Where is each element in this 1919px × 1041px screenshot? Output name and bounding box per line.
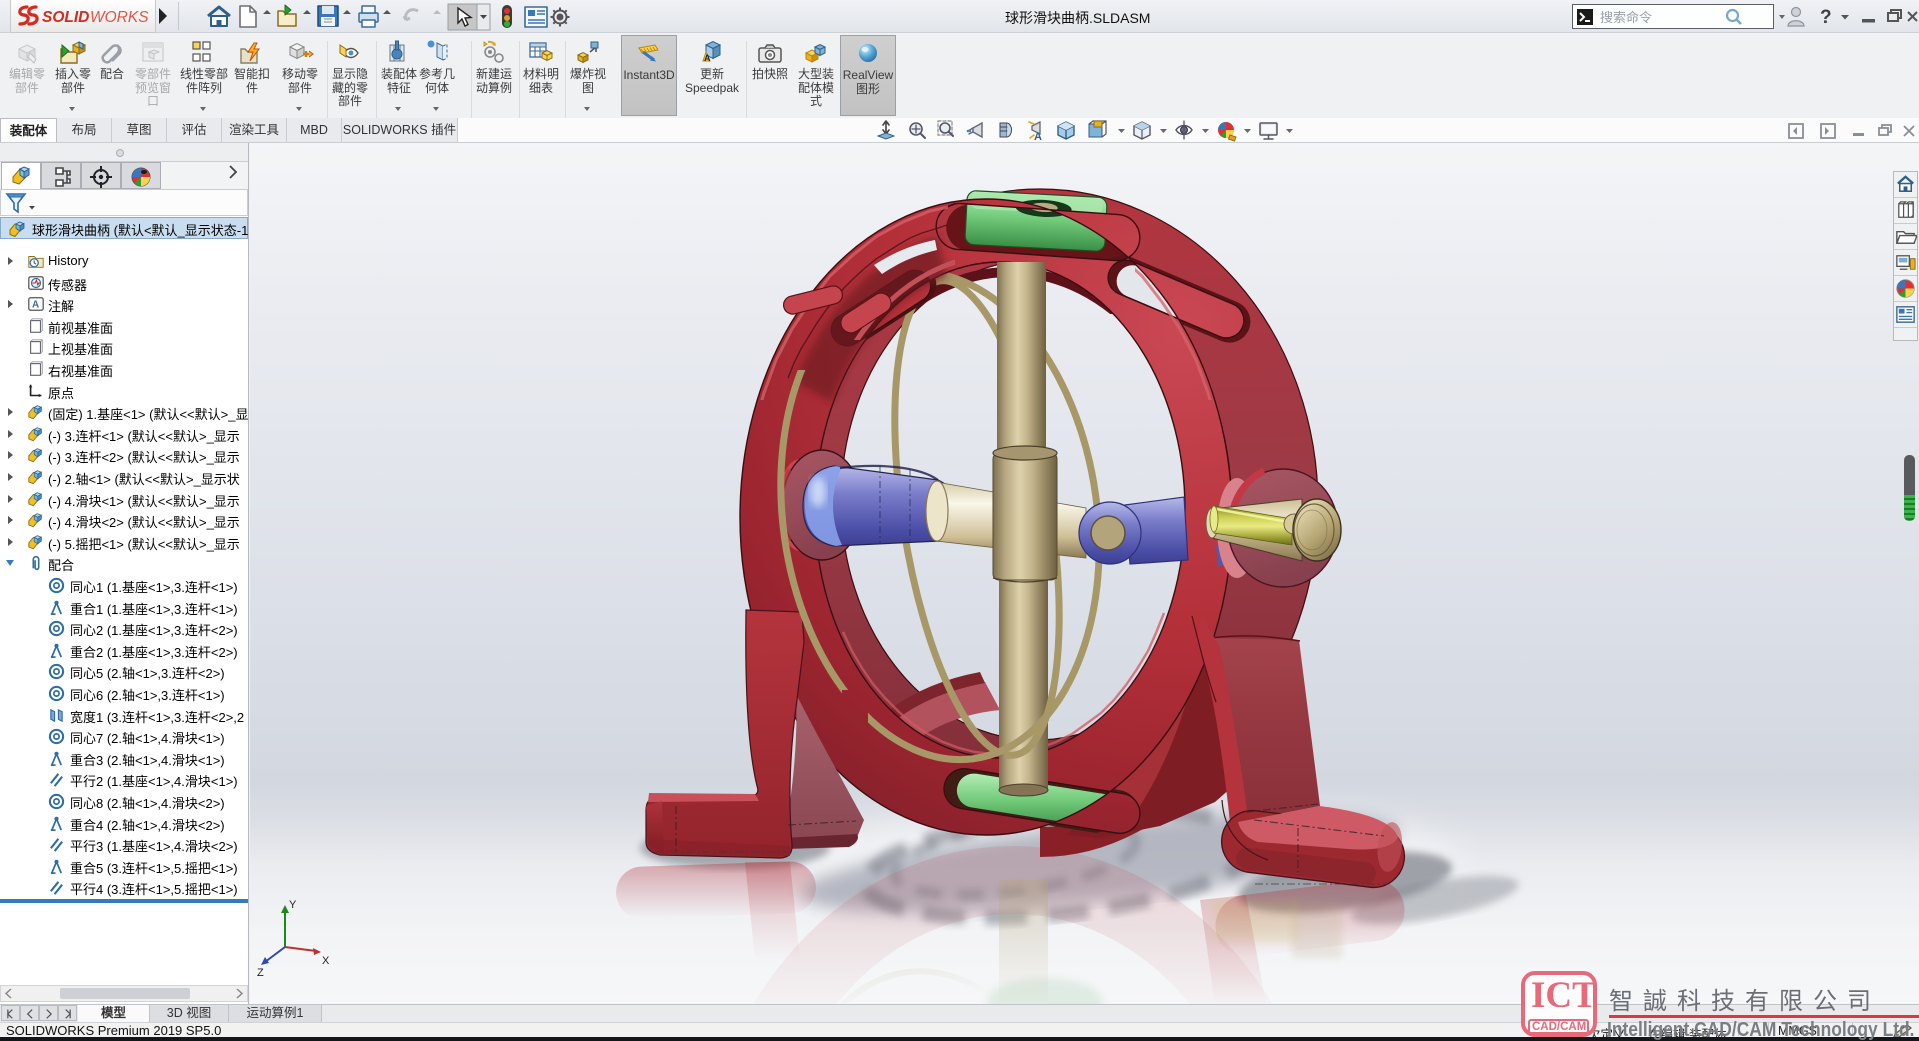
svg-text:Y: Y <box>289 899 297 911</box>
svg-text:A: A <box>704 53 711 63</box>
svg-text:Z: Z <box>257 967 264 979</box>
svg-text:X: X <box>322 955 330 967</box>
svg-text:SOLID: SOLID <box>42 9 89 26</box>
svg-text:?: ? <box>1820 7 1832 28</box>
svg-text:A: A <box>1034 131 1042 143</box>
svg-text:WORKS: WORKS <box>90 9 149 26</box>
